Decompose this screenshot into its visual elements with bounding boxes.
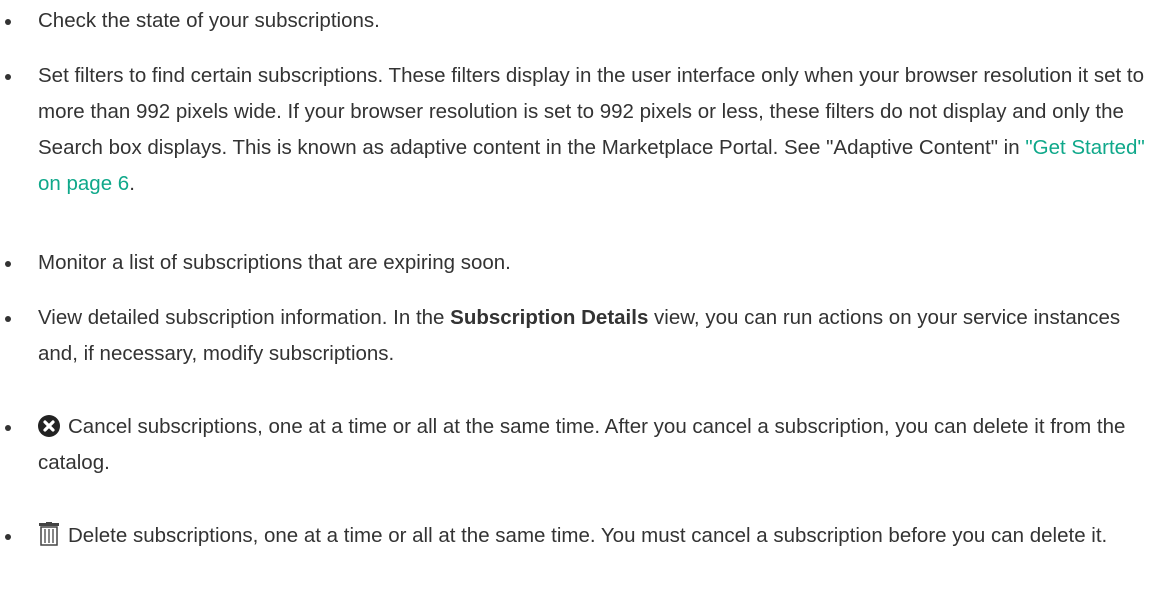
list-item-set-filters: Set filters to find certain subscription… xyxy=(38,58,1153,202)
item-text: Cancel subscriptions, one at a time or a… xyxy=(38,415,1126,474)
bullet xyxy=(2,518,38,554)
bullet xyxy=(2,58,38,94)
item-text: View detailed subscription information. … xyxy=(38,306,451,329)
bullet xyxy=(2,245,38,281)
item-text: Check the state of your subscriptions. xyxy=(38,9,380,32)
trash-icon xyxy=(38,522,60,546)
item-text: Monitor a list of subscriptions that are… xyxy=(38,251,511,274)
bullet xyxy=(2,300,38,336)
subscription-details-label: Subscription Details xyxy=(450,306,649,329)
item-text-end: . xyxy=(129,172,135,195)
list-item-view-details: View detailed subscription information. … xyxy=(38,300,1153,372)
item-text: Set filters to find certain subscription… xyxy=(38,64,1145,159)
list-item-check-state: Check the state of your subscriptions. xyxy=(38,3,1153,39)
cancel-icon xyxy=(38,415,60,437)
list-item-monitor: Monitor a list of subscriptions that are… xyxy=(38,245,1153,281)
bullet xyxy=(2,3,38,39)
document-page: Check the state of your subscriptions. S… xyxy=(0,0,1173,600)
list-item-delete: Delete subscriptions, one at a time or a… xyxy=(38,518,1153,554)
bullet xyxy=(2,409,38,445)
item-text: Delete subscriptions, one at a time or a… xyxy=(68,524,1108,547)
list-item-cancel: Cancel subscriptions, one at a time or a… xyxy=(38,409,1153,481)
